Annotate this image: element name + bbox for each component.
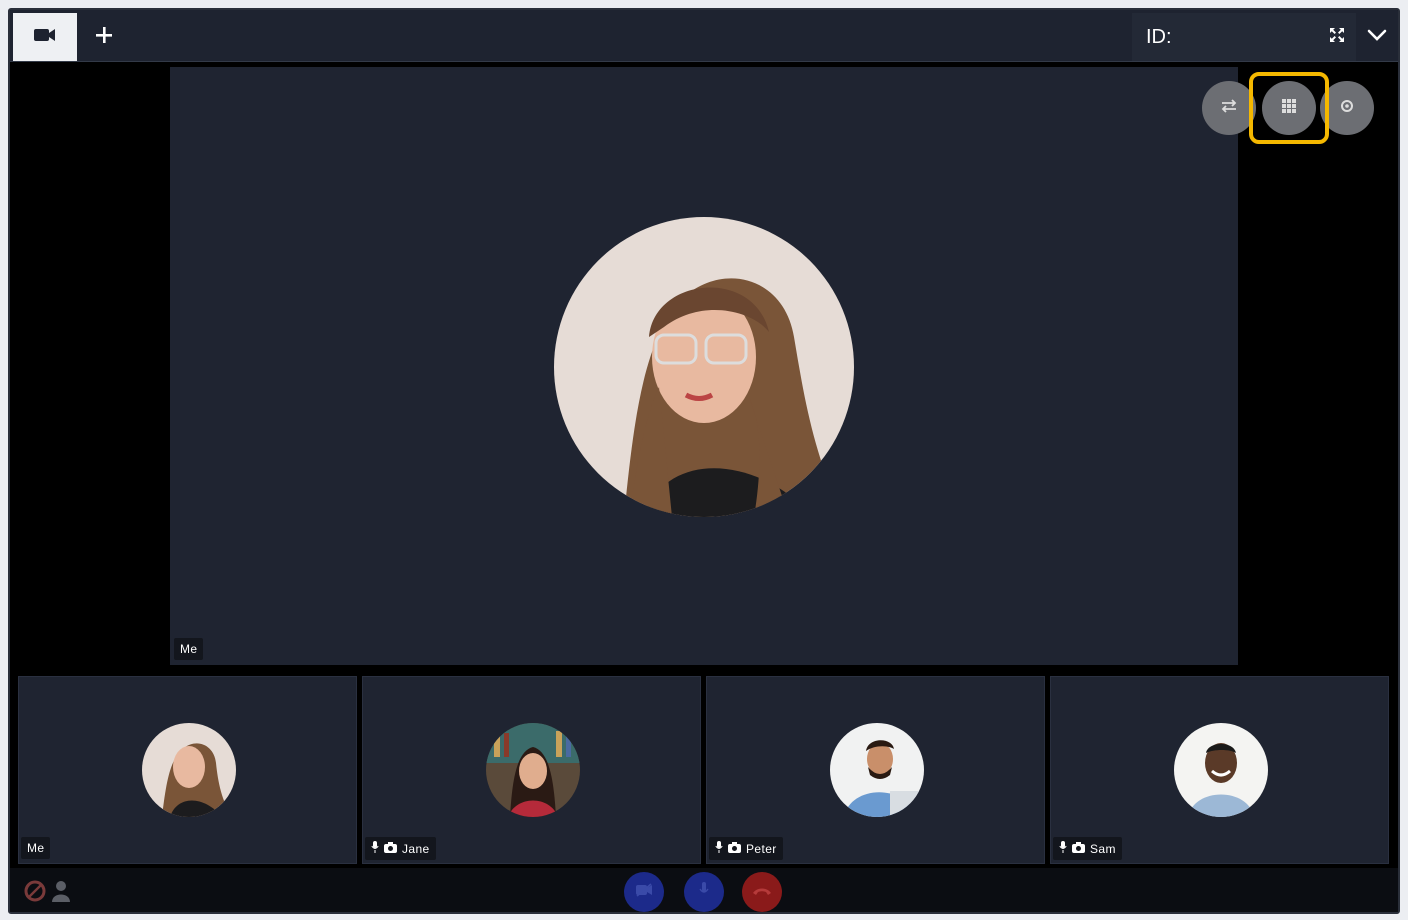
grid-view-highlight xyxy=(1249,72,1329,144)
video-camera-icon xyxy=(33,27,57,48)
add-tab-button[interactable] xyxy=(80,13,128,61)
tab-video-call[interactable] xyxy=(13,13,77,61)
plus-icon xyxy=(94,25,114,50)
participant-tile-sam[interactable]: Sam xyxy=(1050,676,1389,864)
swap-view-button[interactable] xyxy=(1202,81,1256,135)
participant-name: Sam xyxy=(1053,837,1122,860)
participant-name: Jane xyxy=(365,837,436,860)
participant-avatar xyxy=(1174,723,1268,817)
tab-bar: ID: xyxy=(10,10,1398,62)
status-icon[interactable] xyxy=(24,880,46,907)
mic-icon xyxy=(715,841,723,856)
camera-icon xyxy=(384,841,397,856)
hangup-icon xyxy=(752,883,772,901)
participant-tile-peter[interactable]: Peter xyxy=(706,676,1045,864)
participant-tile-me[interactable]: Me xyxy=(18,676,357,864)
mic-icon xyxy=(699,881,709,903)
toggle-camera-button[interactable] xyxy=(624,872,664,912)
stage-participant-name: Me xyxy=(174,638,204,660)
mic-icon xyxy=(371,841,379,856)
fullscreen-button[interactable] xyxy=(1322,20,1352,54)
meeting-id-label: ID: xyxy=(1146,25,1172,48)
hangup-button[interactable] xyxy=(742,872,782,912)
camera-icon xyxy=(728,841,741,856)
participant-name: Peter xyxy=(709,837,783,860)
chevron-down-icon xyxy=(1367,28,1387,46)
camera-off-icon xyxy=(635,882,653,902)
toggle-mic-button[interactable] xyxy=(684,872,724,912)
swap-icon xyxy=(1220,98,1238,119)
participant-tile-jane[interactable]: Jane xyxy=(362,676,701,864)
camera-icon xyxy=(1072,841,1085,856)
mic-icon xyxy=(1059,841,1067,856)
call-control-bar xyxy=(10,868,1398,912)
participant-avatar xyxy=(830,723,924,817)
user-icon[interactable] xyxy=(52,880,70,907)
tabbar-dropdown-button[interactable] xyxy=(1358,13,1396,61)
participant-name: Me xyxy=(21,837,51,859)
participant-avatar xyxy=(486,723,580,817)
expand-icon xyxy=(1329,27,1345,48)
main-video-stage: Me xyxy=(170,67,1238,665)
participant-avatar xyxy=(142,723,236,817)
settings-icon xyxy=(1338,97,1356,120)
video-call-window: ID: Me Me Jane Peter Sam xyxy=(8,8,1400,914)
main-participant-avatar xyxy=(554,217,854,517)
